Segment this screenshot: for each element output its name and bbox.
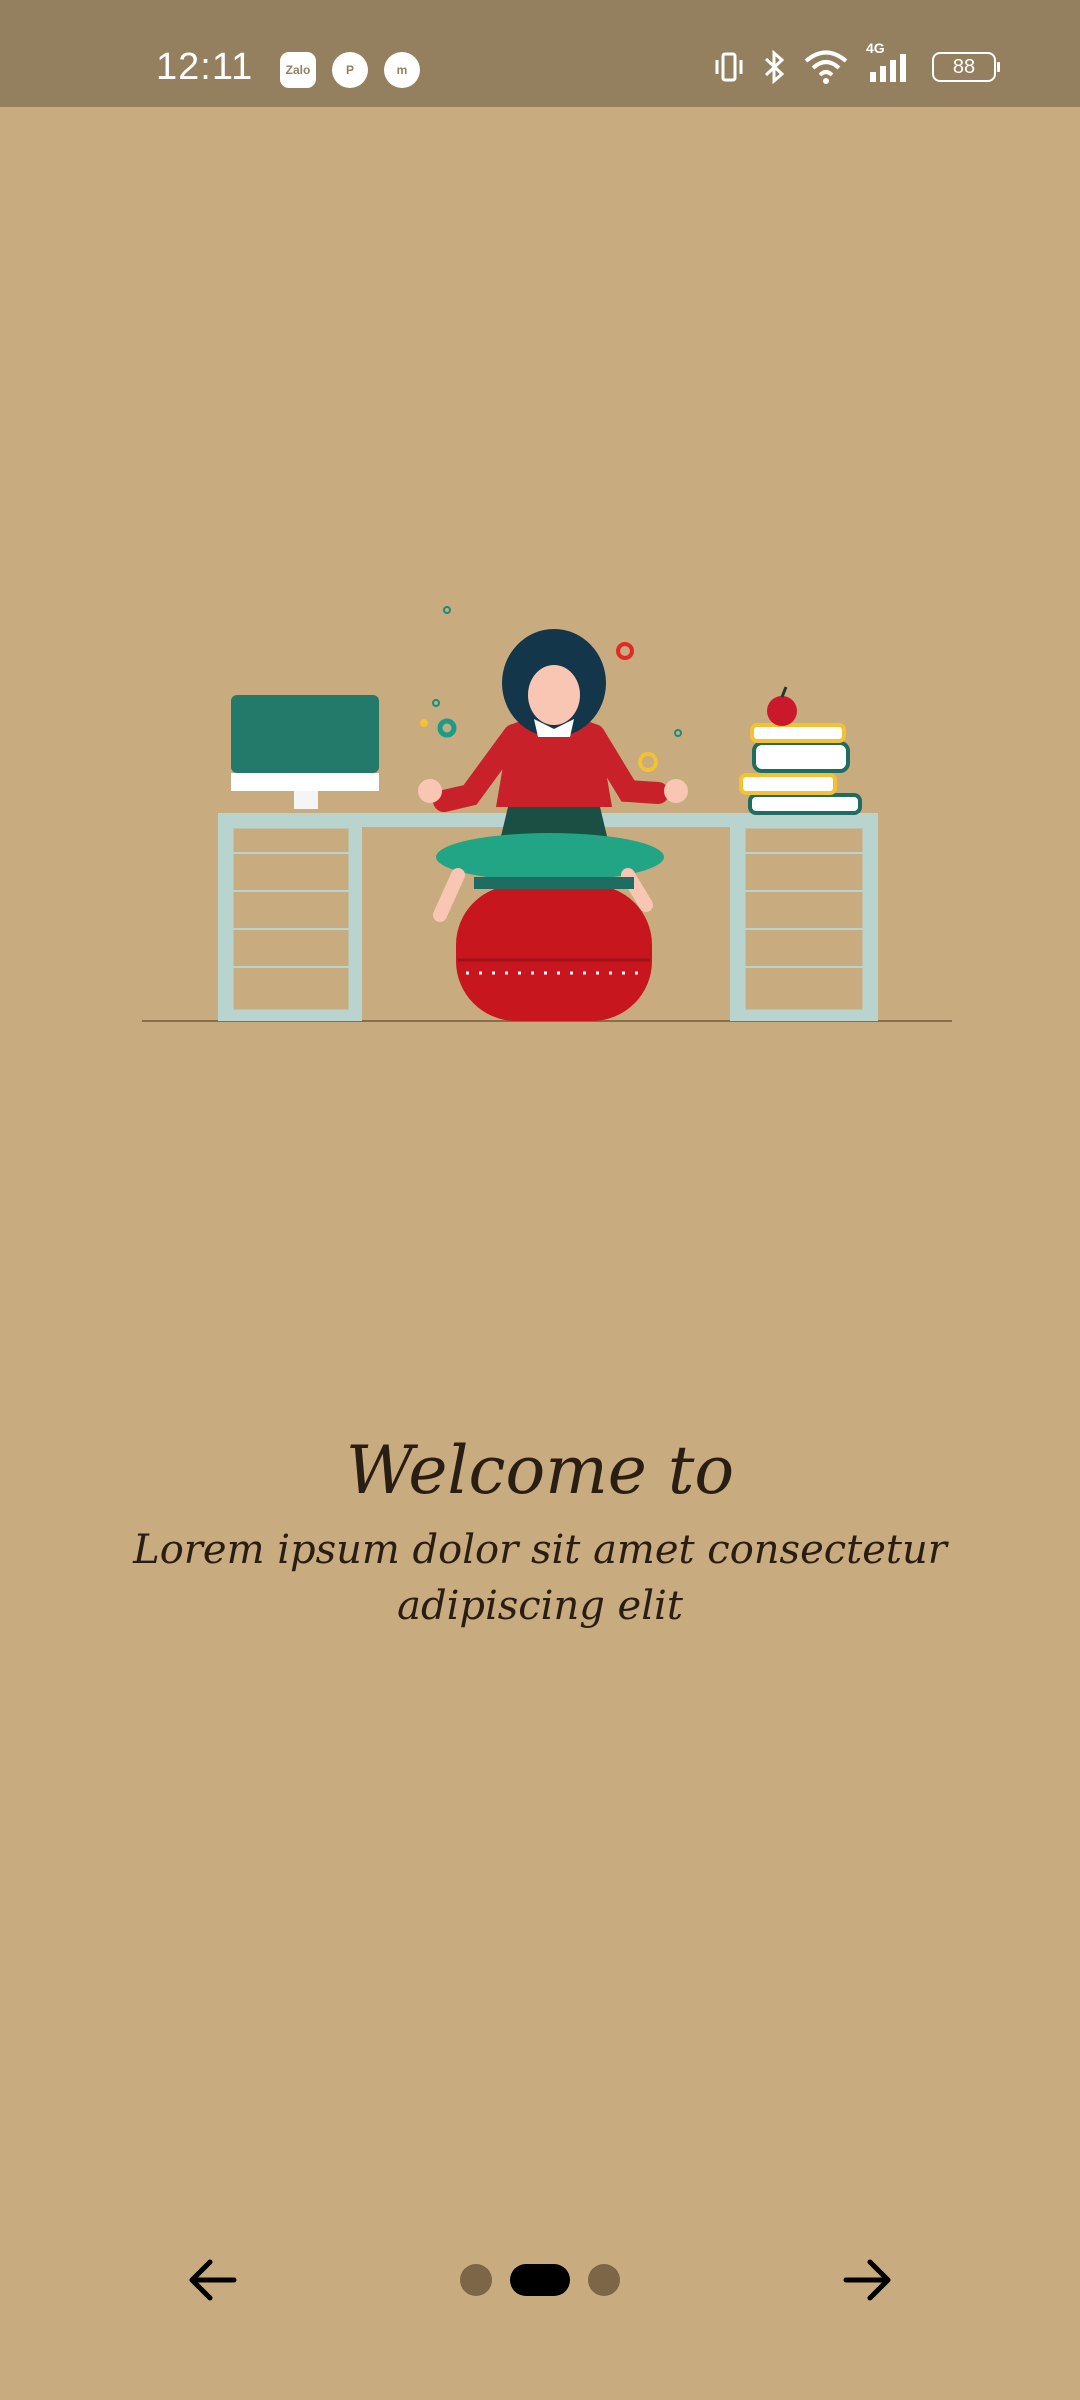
network-type: 4G — [866, 40, 885, 56]
battery-level: 88 — [952, 55, 976, 78]
next-button[interactable] — [828, 2240, 908, 2320]
pinterest-icon: P — [332, 52, 368, 88]
zalo-icon: Zalo — [280, 52, 316, 88]
welcome-subtitle: Lorem ipsum dolor sit amet consectetur a… — [133, 1527, 947, 1629]
arrow-right-icon — [843, 2259, 891, 2301]
notification-icons: Zalo P m — [280, 52, 420, 88]
page-dot[interactable] — [588, 2264, 620, 2296]
onboarding-navigation — [0, 2240, 1080, 2320]
system-icons: 4G 88 — [714, 40, 1000, 84]
battery-icon: 88 — [932, 52, 1000, 82]
signal-icon: 4G — [866, 40, 914, 84]
wifi-icon — [804, 50, 848, 84]
page-dot[interactable] — [460, 2264, 492, 2296]
arrow-left-icon — [189, 2259, 237, 2301]
meditation-illustration — [142, 606, 952, 1022]
page-indicator — [460, 2264, 620, 2296]
status-bar: 12:11 Zalo P m 4G 88 — [0, 0, 1080, 107]
back-button[interactable] — [172, 2240, 252, 2320]
bluetooth-icon — [762, 50, 786, 84]
vibrate-icon — [714, 51, 744, 83]
welcome-title: Welcome to — [345, 1432, 735, 1509]
clock: 12:11 — [156, 46, 254, 88]
messenger-icon: m — [384, 52, 420, 88]
page-dot-active[interactable] — [510, 2264, 570, 2296]
